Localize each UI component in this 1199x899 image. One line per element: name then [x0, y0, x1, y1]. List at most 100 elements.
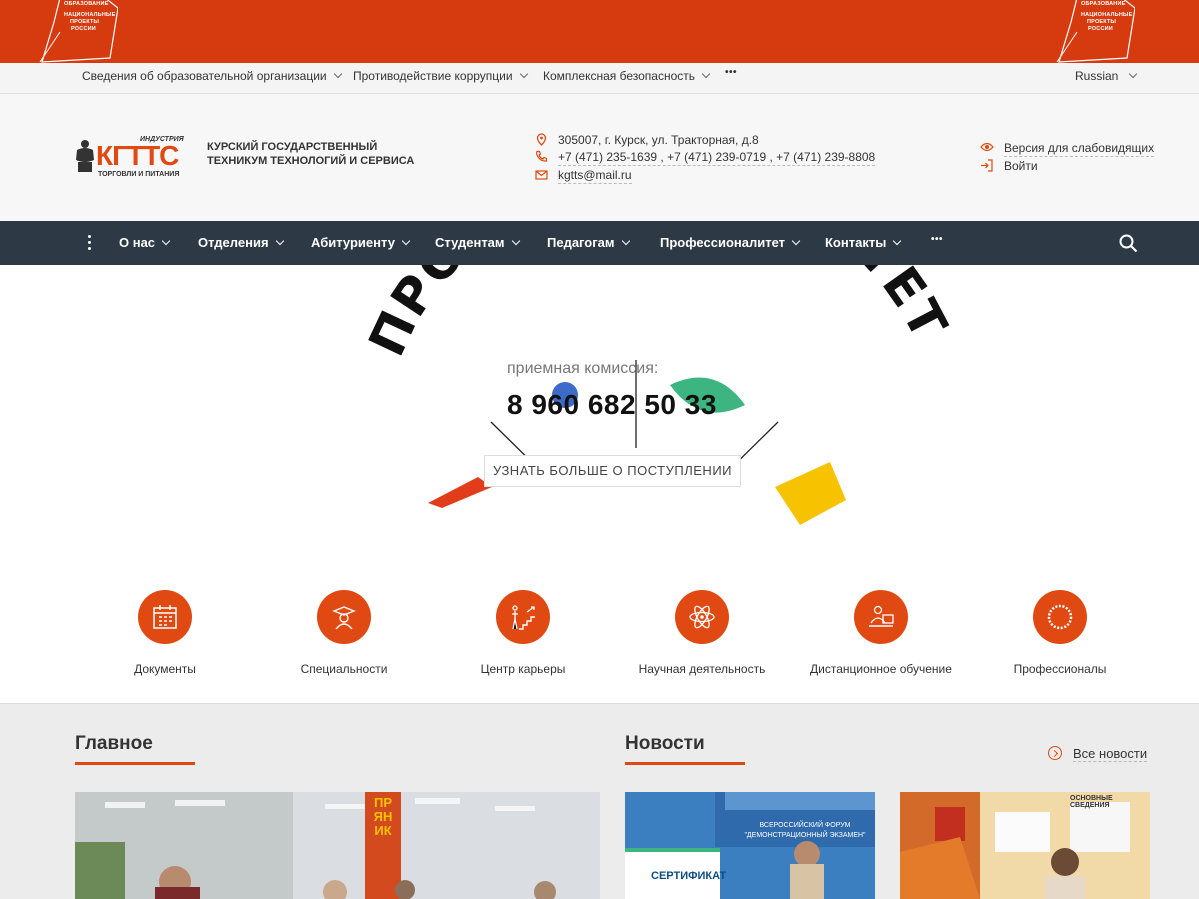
national-projects-banner: ОБРАЗОВАНИЕ НАЦИОНАЛЬНЫЕ ПРОЕКТЫ РОССИИ …: [0, 0, 1199, 63]
nav-item-teachers[interactable]: Педагогам: [547, 235, 630, 250]
quick-link-circle: [317, 590, 371, 644]
arc-title-path: ПРОФЕССИОНАЛИТЕТ: [358, 265, 957, 365]
chevron-down-icon: [401, 236, 411, 246]
graduate-icon: [332, 606, 356, 630]
quick-link-circle: [854, 590, 908, 644]
atom-icon: [689, 605, 715, 629]
yellow-quad-shape: [775, 462, 846, 525]
news-image-2[interactable]: ОСНОВНЫЕ СВЕДЕНИЯ: [900, 792, 1150, 899]
arrow-right-circle-icon: [1048, 746, 1062, 760]
quick-link-specialties[interactable]: Специальности: [254, 590, 434, 676]
quick-link-circle: [675, 590, 729, 644]
quick-link-professionals[interactable]: Профессионалы: [970, 590, 1150, 676]
phones-text[interactable]: +7 (471) 235-1639 , +7 (471) 239-0719 , …: [558, 150, 876, 166]
chevron-down-icon: [621, 236, 630, 246]
chevron-down-icon: [161, 236, 171, 246]
topbar-item-security[interactable]: Комплексная безопасность: [543, 69, 711, 83]
nav-item-label: Абитуриенту: [311, 235, 395, 250]
nav-item-departments[interactable]: Отделения: [198, 235, 284, 250]
eye-icon: [980, 142, 994, 152]
quick-link-circle: [138, 590, 192, 644]
forum-banner-text: ВСЕРОССИЙСКИЙ ФОРУМ: [759, 822, 851, 829]
email-text[interactable]: kgtts@mail.ru: [558, 168, 632, 184]
nav-item-contacts[interactable]: Контакты: [825, 235, 902, 250]
login-icon: [981, 159, 993, 172]
news-section-underline: [625, 762, 745, 765]
forum-subbanner-text: "ДЕМОНСТРАЦИОННЫЙ ЭКЗАМЕН": [744, 832, 866, 839]
nav-item-label: О нас: [119, 235, 156, 250]
news-photo-1-graphic: [625, 792, 875, 899]
logo-line1: ОБРАЗОВАНИЕ: [1081, 1, 1126, 7]
quick-link-distance[interactable]: Дистанционное обучение: [791, 590, 971, 676]
all-news-text[interactable]: Все новости: [1073, 746, 1148, 762]
quick-link-label: Специальности: [300, 662, 388, 676]
quick-link-circle: [1033, 590, 1087, 644]
quick-link-label: Дистанционное обучение: [810, 662, 952, 676]
chevron-down-icon: [519, 69, 528, 79]
nav-more-icon[interactable]: •••: [931, 234, 943, 245]
nav-item-professionalitet[interactable]: Профессионалитет: [660, 235, 801, 250]
chevron-down-icon: [701, 69, 711, 79]
login-text[interactable]: Войти: [1004, 159, 1038, 174]
hero-banner: ПРОФЕССИОНАЛИТЕТ приемная комиссия: 8 96…: [0, 265, 1199, 570]
news-image-1[interactable]: ВСЕРОССИЙСКИЙ ФОРУМ "ДЕМОНСТРАЦИОННЫЙ ЭК…: [625, 792, 875, 899]
main-featured-image[interactable]: ПРЯНИК: [75, 792, 600, 899]
nav-item-about[interactable]: О нас: [119, 235, 171, 250]
logo-line3: ПРОЕКТЫ: [1087, 19, 1117, 25]
chevron-down-icon: [893, 236, 902, 246]
national-projects-logo-left[interactable]: ОБРАЗОВАНИЕ НАЦИОНАЛЬНЫЕ ПРОЕКТЫ РОССИИ: [38, 0, 119, 63]
quick-link-label: Документы: [134, 662, 196, 676]
logo-bottom-text: ТОРГОВЛИ И ПИТАНИЯ: [98, 171, 180, 178]
career-stairs-icon: [512, 605, 535, 630]
quick-link-label: Научная деятельность: [638, 662, 766, 676]
chevron-down-icon: [791, 236, 801, 246]
logo-line3: ПРОЕКТЫ: [70, 19, 100, 25]
admission-phone[interactable]: 8 960 682 50 33: [507, 389, 717, 421]
quick-link-career[interactable]: Центр карьеры: [433, 590, 613, 676]
learn-more-button[interactable]: УЗНАТЬ БОЛЬШЕ О ПОСТУПЛЕНИИ: [484, 455, 741, 487]
certificate-text: СЕРТИФИКАТ: [651, 870, 727, 882]
language-selector[interactable]: Russian: [1075, 69, 1138, 83]
main-navigation: О нас Отделения Абитуриенту Студентам Пе…: [0, 221, 1199, 265]
chevron-down-icon: [1129, 69, 1138, 79]
topbar-item-label: Комплексная безопасность: [543, 69, 696, 83]
chevron-down-icon: [275, 236, 284, 246]
news-section-title: Новости: [625, 733, 705, 754]
distance-learning-icon: [869, 605, 894, 627]
language-label: Russian: [1075, 69, 1119, 83]
professionals-icon: [1047, 604, 1073, 630]
vertical-dots-icon[interactable]: [88, 235, 92, 253]
nav-item-label: Контакты: [825, 235, 887, 250]
quick-link-science[interactable]: Научная деятельность: [612, 590, 792, 676]
topbar-more-icon[interactable]: •••: [725, 67, 737, 78]
quick-link-documents[interactable]: Документы: [75, 590, 255, 676]
top-links-bar: Сведения об образовательной организации …: [0, 63, 1199, 94]
logo-line1: ОБРАЗОВАНИЕ: [64, 1, 109, 7]
board-heading-text: ОСНОВНЫЕ СВЕДЕНИЯ: [1070, 795, 1113, 809]
quick-link-circle: [496, 590, 550, 644]
accessibility-text[interactable]: Версия для слабовидящих: [1004, 141, 1155, 157]
location-pin-icon: [536, 133, 547, 146]
college-logo[interactable]: ИНДУСТРИЯ КГТТС ТОРГОВЛИ И ПИТАНИЯ: [74, 134, 194, 180]
chevron-down-icon: [333, 69, 342, 79]
logo-line2: НАЦИОНАЛЬНЫЕ: [1081, 12, 1133, 18]
phone-icon: [535, 150, 548, 162]
main-section-underline: [75, 762, 195, 765]
national-projects-logo-right[interactable]: ОБРАЗОВАНИЕ НАЦИОНАЛЬНЫЕ ПРОЕКТЫ РОССИИ: [1055, 0, 1136, 63]
nav-item-label: Отделения: [198, 235, 269, 250]
nav-item-label: Профессионалитет: [660, 235, 786, 250]
nav-item-students[interactable]: Студентам: [435, 235, 520, 250]
nav-item-applicants[interactable]: Абитуриенту: [311, 235, 411, 250]
topbar-item-label: Сведения об образовательной организации: [82, 69, 327, 83]
school-name: Курский государственный техникум техноло…: [207, 141, 415, 167]
topbar-item-anti-corruption[interactable]: Противодействие коррупции: [353, 69, 528, 83]
search-icon[interactable]: [1119, 234, 1138, 253]
red-parallelogram-shape: [428, 477, 492, 508]
quick-link-label: Профессионалы: [1013, 662, 1107, 676]
nav-item-label: Педагогам: [547, 235, 615, 250]
topbar-item-org-info[interactable]: Сведения об образовательной организации: [82, 69, 342, 83]
arc-title-text: ПРОФЕССИОНАЛИТЕТ: [358, 265, 959, 365]
quick-link-label: Центр карьеры: [480, 662, 566, 676]
nav-item-label: Студентам: [435, 235, 505, 250]
logo-line4: РОССИИ: [1088, 26, 1113, 32]
